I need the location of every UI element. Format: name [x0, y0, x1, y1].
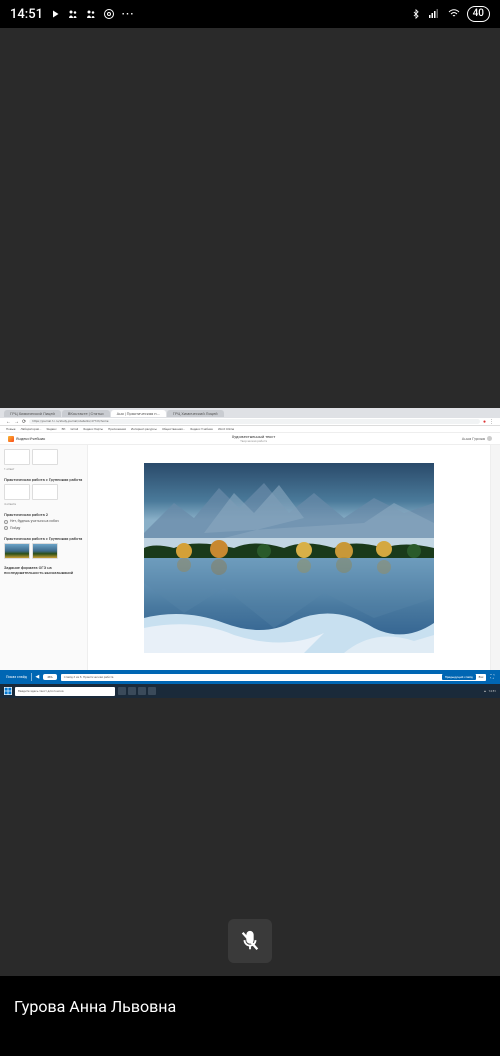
app-logo-icon — [8, 436, 14, 442]
sidebar-section[interactable]: Практическая работа с Групповая работа 4… — [4, 477, 83, 506]
app-brand: ЯндексУчебник — [16, 436, 45, 441]
call-controls — [0, 906, 500, 976]
task-icon[interactable] — [128, 687, 136, 695]
main-slide-area — [88, 445, 490, 670]
android-status-bar: 14:51 ⋯ 40 — [0, 0, 500, 28]
battery-indicator: 40 — [467, 6, 490, 22]
section-title: Задание формата ОГЭ на последовательност… — [4, 565, 83, 575]
status-time: 14:51 — [10, 7, 43, 22]
play-icon — [49, 8, 61, 20]
page-subtitle: Творческая работа — [232, 439, 276, 443]
section-title: Практическая работа с Групповая работа — [4, 536, 83, 541]
bookmark[interactable]: Яндекс Учебник — [190, 427, 213, 431]
bookmark[interactable]: Яндекс Карты — [83, 427, 103, 431]
browser-tab-strip: ГРЦ Химический Лицей ВКонтакте | Статьи … — [0, 408, 500, 418]
bookmark[interactable]: ВК — [62, 427, 66, 431]
task-icon[interactable] — [148, 687, 156, 695]
start-button[interactable] — [4, 687, 12, 695]
task-icon[interactable] — [118, 687, 126, 695]
section-title: Практическая работа 2 — [4, 512, 83, 517]
bookmark[interactable]: Интернет-ресурсы — [131, 427, 157, 431]
extensions-icon[interactable]: ● — [483, 419, 486, 425]
menu-icon[interactable]: ⋮ — [489, 419, 494, 425]
bookmark[interactable]: Яндекс — [46, 427, 56, 431]
nav-back-icon[interactable]: ← — [6, 419, 11, 425]
landscape-image — [144, 463, 434, 653]
sidebar-section[interactable]: Практическая работа с Групповая работа — [4, 536, 83, 559]
bookmark[interactable]: Общественная... — [162, 427, 185, 431]
app-header: ЯндексУчебник Художественный текст Творч… — [0, 433, 500, 445]
fullscreen-icon[interactable]: ⛶ — [490, 674, 494, 680]
nav-forward-icon[interactable]: → — [14, 419, 19, 425]
answer-count: 4 ответа — [4, 502, 83, 506]
participant-name: Гурова Анна Львовна — [14, 997, 176, 1016]
sidebar: 1 ответ Практическая работа с Групповая … — [0, 445, 88, 670]
bookmarks-bar: Новые Лаборатория... Яндекс ВК Gmail Янд… — [0, 426, 500, 433]
browser-address-bar: ← → ⟳ https://journal.1c.ru/study-journa… — [0, 418, 500, 426]
right-panel — [490, 445, 500, 670]
presentation-footer: Показ слайд ◀ 46% Слайд 3 из 8. Практиче… — [0, 670, 500, 684]
bookmark[interactable]: Новые — [6, 427, 16, 431]
app-body: 1 ответ Практическая работа с Групповая … — [0, 445, 500, 670]
user-name: Анна Гурова — [462, 436, 485, 441]
taskbar-search[interactable]: Введите здесь текст для поиска — [15, 687, 115, 696]
browser-tab[interactable]: ГРЦ Химический Лицей — [167, 410, 224, 417]
bookmark[interactable]: Gmail — [70, 427, 78, 431]
avatar[interactable] — [487, 436, 492, 441]
sidebar-section[interactable]: Практическая работа 2 Нет, будешь учитьс… — [4, 512, 83, 530]
bookmark[interactable]: Приложения — [108, 427, 126, 431]
mute-button[interactable] — [228, 919, 272, 963]
bookmark[interactable]: Лаборатория... — [21, 427, 42, 431]
tray-icon[interactable]: ▲ — [484, 689, 487, 693]
section-title: Практическая работа с Групповая работа — [4, 477, 83, 482]
answer-count: 1 ответ — [4, 467, 83, 471]
chrome-icon — [103, 8, 115, 20]
bookmark[interactable]: Word Online — [218, 427, 234, 431]
option-label: Пойду — [10, 526, 20, 530]
option-label: Нет, будешь учиться на собач — [10, 519, 59, 523]
wifi-icon — [447, 8, 461, 20]
footer-toolbar: Слайд 3 из 8. Практическая работа Предыд… — [61, 674, 487, 681]
slide-info: Слайд 3 из 8. Практическая работа — [64, 675, 439, 679]
esc-label[interactable]: Esc — [479, 675, 484, 679]
shared-desktop-screen: ГРЦ Химический Лицей ВКонтакте | Статьи … — [0, 408, 500, 698]
signal-icon — [427, 8, 441, 20]
more-icon: ⋯ — [121, 7, 134, 22]
task-icon[interactable] — [138, 687, 146, 695]
url-input[interactable]: https://journal.1c.ru/study-journal/stud… — [29, 419, 480, 424]
browser-tab[interactable]: Аня | Практическая п... — [111, 410, 166, 417]
taskbar-time: 14:51 — [489, 689, 496, 693]
bluetooth-icon — [411, 7, 421, 21]
reload-icon[interactable]: ⟳ — [22, 419, 26, 425]
footer-label: Показ слайд — [6, 675, 27, 679]
windows-taskbar: Введите здесь текст для поиска ▲ 14:51 — [0, 684, 500, 698]
prev-icon[interactable]: ◀ — [35, 674, 39, 680]
prev-slide-button[interactable]: Предыдущий слайд — [442, 674, 476, 680]
browser-tab[interactable]: ВКонтакте | Статьи — [62, 410, 110, 417]
sidebar-section[interactable]: Задание формата ОГЭ на последовательност… — [4, 565, 83, 575]
browser-tab[interactable]: ГРЦ Химический Лицей — [4, 410, 61, 417]
teams-icon — [85, 8, 97, 20]
video-call-area: ГРЦ Химический Лицей ВКонтакте | Статьи … — [0, 28, 500, 976]
zoom-level[interactable]: 46% — [43, 674, 57, 680]
teams-icon — [67, 8, 79, 20]
sidebar-section[interactable]: 1 ответ — [4, 449, 83, 471]
